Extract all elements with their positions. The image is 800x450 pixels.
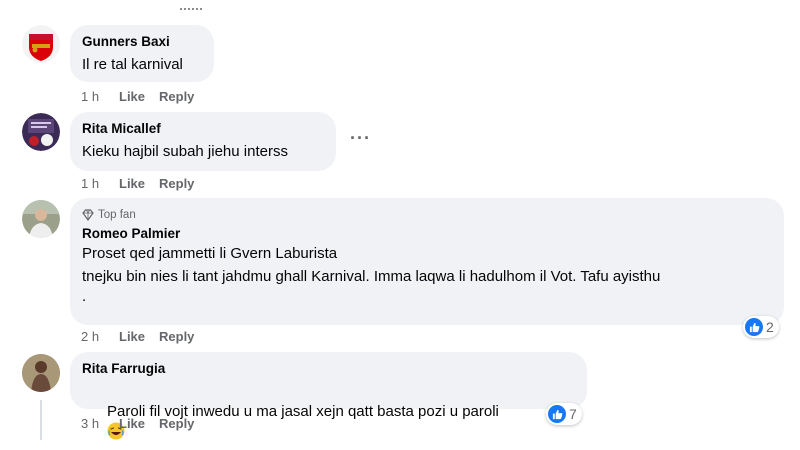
more-options-icon[interactable]: ··· bbox=[350, 128, 371, 149]
top-fan-badge[interactable]: Top fan bbox=[82, 207, 772, 223]
comment-author[interactable]: Rita Farrugia bbox=[82, 360, 575, 378]
comment-actions: 2 h Like Reply bbox=[81, 329, 208, 345]
comment-bubble: Rita Micallef Kieku hajbil subah jiehu i… bbox=[70, 112, 336, 171]
comment-bubble: Rita Farrugia Paroli fil vojt inwedu u m… bbox=[70, 352, 587, 440]
avatar[interactable] bbox=[22, 200, 60, 238]
like-button[interactable]: Like bbox=[119, 329, 145, 345]
reply-button[interactable]: Reply bbox=[159, 89, 194, 105]
comment-actions: 1 h Like Reply bbox=[81, 89, 208, 105]
reaction-count[interactable]: 2 bbox=[743, 316, 779, 338]
reaction-count[interactable]: 7 bbox=[546, 403, 582, 425]
comment-bubble: Top fan Romeo Palmier Proset qed jammett… bbox=[70, 198, 784, 325]
reaction-number: 2 bbox=[766, 319, 774, 335]
comment-text-line: . bbox=[82, 288, 87, 305]
like-button[interactable]: Like bbox=[119, 176, 145, 192]
like-button[interactable]: Like bbox=[119, 89, 145, 105]
like-reaction-icon bbox=[745, 318, 763, 336]
comment-timestamp[interactable]: 3 h bbox=[81, 416, 119, 432]
comment-text-line: Proset qed jammetti li Gvern Laburista bbox=[82, 245, 338, 262]
comment-author[interactable]: Gunners Baxi bbox=[82, 33, 202, 51]
like-button[interactable]: Like bbox=[119, 416, 145, 432]
comment-timestamp[interactable]: 1 h bbox=[81, 89, 119, 105]
comment-text-line: tnejku bin nies li tant jahdmu ghall Kar… bbox=[82, 268, 661, 285]
like-reaction-icon bbox=[548, 405, 566, 423]
comment-actions: 3 h Like Reply bbox=[81, 416, 208, 432]
reply-button[interactable]: Reply bbox=[159, 329, 194, 345]
comment-text: Kieku hajbil subah jiehu interss bbox=[82, 143, 288, 160]
reaction-number: 7 bbox=[569, 406, 577, 422]
reply-button[interactable]: Reply bbox=[159, 176, 194, 192]
reply-button[interactable]: Reply bbox=[159, 416, 194, 432]
avatar[interactable] bbox=[22, 25, 60, 63]
comment-actions: 1 h Like Reply bbox=[81, 176, 208, 192]
cropped-top-fragment bbox=[180, 8, 202, 14]
comment-timestamp[interactable]: 1 h bbox=[81, 176, 119, 192]
comment-timestamp[interactable]: 2 h bbox=[81, 329, 119, 345]
comment-text: Il re tal karnival bbox=[82, 56, 183, 73]
top-fan-label: Top fan bbox=[98, 209, 136, 221]
reply-thread-line bbox=[40, 400, 42, 440]
avatar[interactable] bbox=[22, 113, 60, 151]
comment-bubble: Gunners Baxi Il re tal karnival bbox=[70, 25, 214, 82]
avatar[interactable] bbox=[22, 354, 60, 392]
comment-author[interactable]: Romeo Palmier bbox=[82, 225, 772, 243]
comment-author[interactable]: Rita Micallef bbox=[82, 120, 324, 138]
diamond-badge-icon bbox=[82, 209, 94, 221]
